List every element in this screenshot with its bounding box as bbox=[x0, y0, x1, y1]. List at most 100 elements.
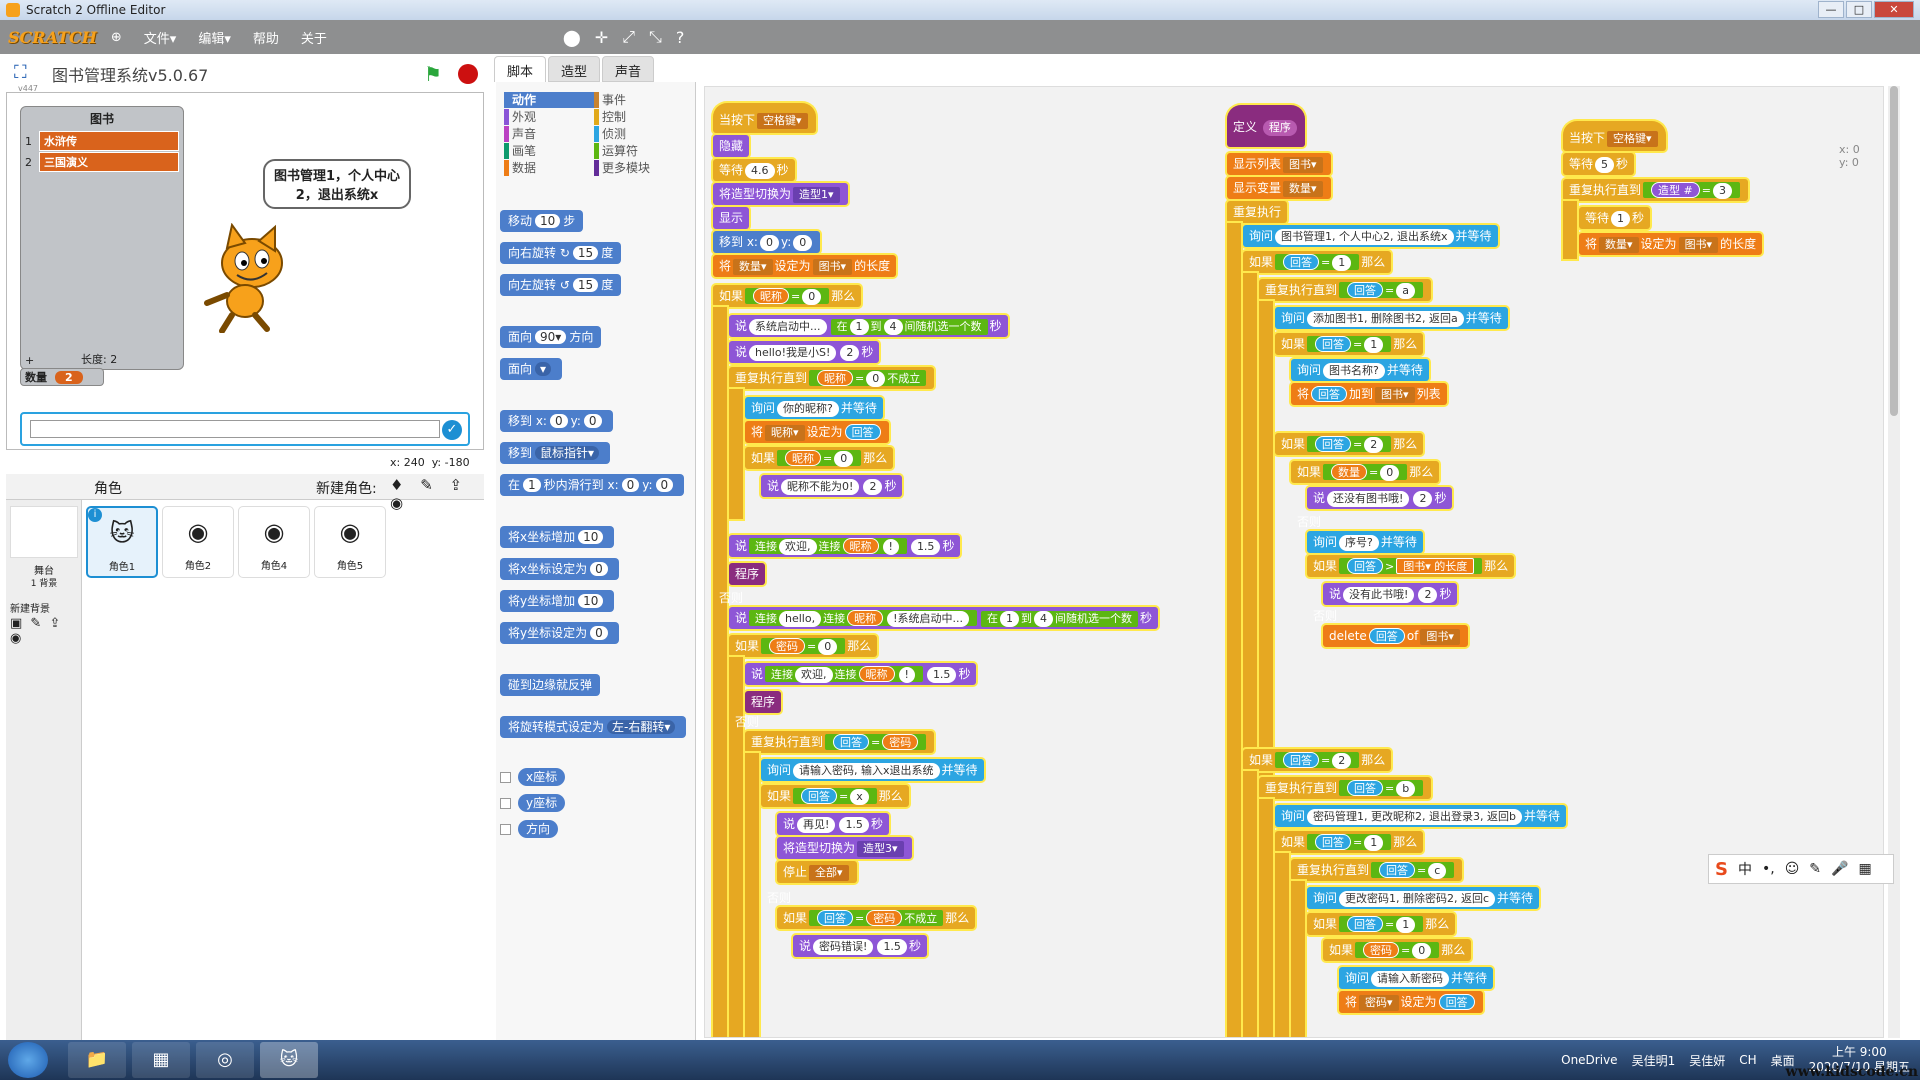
help-tool-icon[interactable]: ? bbox=[676, 28, 685, 47]
block-hide[interactable]: 隐藏 bbox=[713, 135, 750, 157]
block-change-x[interactable]: 将x坐标增加 10 bbox=[500, 526, 615, 548]
block-if[interactable]: 如果 回答 = 1 那么 bbox=[1307, 913, 1456, 935]
block-say-for-secs[interactable]: 说昵称不能为0! 2 秒 bbox=[761, 475, 903, 497]
list-item-value[interactable]: 水浒传 bbox=[39, 131, 179, 151]
category-5[interactable]: 侦测 bbox=[594, 126, 684, 142]
explorer-icon[interactable]: 📁 bbox=[68, 1042, 126, 1078]
scratch-taskbar-icon[interactable]: 🐱 bbox=[260, 1042, 318, 1078]
block-wait[interactable]: 等待 5 秒 bbox=[1563, 153, 1635, 175]
checkbox-y-position[interactable] bbox=[500, 798, 511, 809]
when-key-pressed-hat[interactable]: 当按下 空格键▾ bbox=[1563, 121, 1666, 151]
menu-file[interactable]: 文件▾ bbox=[144, 28, 177, 47]
block-set-y[interactable]: 将y坐标设定为 0 bbox=[500, 622, 619, 644]
block-say-for-secs[interactable]: 说 hello!我是小S! 2 秒 bbox=[729, 341, 880, 363]
block-set-x[interactable]: 将x坐标设定为 0 bbox=[500, 558, 619, 580]
block-if[interactable]: 如果 回答 = 1 那么 bbox=[1275, 831, 1424, 853]
menu-edit[interactable]: 编辑▾ bbox=[198, 28, 231, 47]
reporter-y-position[interactable]: y座标 bbox=[518, 794, 566, 812]
block-if[interactable]: 如果 回答 = 2 那么 bbox=[1275, 433, 1424, 455]
sprite-thumb-1[interactable]: 🐱 角色1 i bbox=[86, 506, 158, 578]
block-if-else[interactable]: 如果 昵称 = 0 那么 bbox=[713, 285, 862, 307]
block-forever[interactable]: 重复执行 bbox=[1227, 201, 1288, 223]
checkbox-x-position[interactable] bbox=[500, 772, 511, 783]
category-1[interactable]: 事件 bbox=[594, 92, 684, 108]
block-say-for-secs[interactable]: 说系统启动中... 在 1 到 4 间随机选一个数秒 bbox=[729, 315, 1008, 337]
block-set-variable[interactable]: 将数量▾ 设定为 图书▾ 的长度 bbox=[713, 255, 897, 277]
shrink-icon[interactable]: ⤡ bbox=[649, 27, 662, 47]
block-say-for-secs[interactable]: 说没有此书哦! 2 秒 bbox=[1323, 583, 1458, 605]
block-if-else[interactable]: 如果 密码 = 0 那么 bbox=[729, 635, 878, 657]
block-say-for-secs[interactable]: 说连接 欢迎, 连接 昵称! 1.5 秒 bbox=[729, 535, 961, 557]
block-wait[interactable]: 等待 1 秒 bbox=[1579, 207, 1651, 229]
block-change-y[interactable]: 将y坐标增加 10 bbox=[500, 590, 615, 612]
block-say-for-secs[interactable]: 说再见! 1.5 秒 bbox=[777, 813, 889, 835]
block-if[interactable]: 如果 回答 = 2 那么 bbox=[1243, 749, 1392, 771]
block-if[interactable]: 如果 回答 = 1 那么 bbox=[1275, 333, 1424, 355]
block-set-variable[interactable]: 将密码▾ 设定为 回答 bbox=[1339, 991, 1483, 1013]
tab-costumes[interactable]: 造型 bbox=[548, 56, 601, 82]
toolbox-icon[interactable]: ▦ bbox=[1858, 861, 1871, 877]
block-turn-right[interactable]: 向右旋转 ↻ 15 度 bbox=[500, 242, 622, 264]
block-say-for-secs[interactable]: 说连接 欢迎, 连接 昵称! 1.5 秒 bbox=[745, 663, 977, 685]
category-6[interactable]: 画笔 bbox=[504, 143, 594, 159]
block-point-towards[interactable]: 面向 ▾ bbox=[500, 358, 563, 380]
block-repeat-until[interactable]: 重复执行直到 回答 = a bbox=[1259, 279, 1431, 301]
block-ask[interactable]: 询问 密码管理1, 更改昵称2, 退出登录3, 返回b 并等待 bbox=[1275, 805, 1566, 827]
submit-answer-button[interactable]: ✓ bbox=[442, 420, 462, 440]
list-item[interactable]: 2 三国演义 bbox=[25, 152, 179, 172]
block-ask[interactable]: 询问 添加图书1, 删除图书2, 返回a 并等待 bbox=[1275, 307, 1508, 329]
script-area[interactable]: x: 0 y: 0 当按下 空格键▾ 隐藏 等待 4.6 秒 将造型切换为 造型1▾ 显示… bbox=[704, 86, 1884, 1038]
script-scrollbar[interactable] bbox=[1888, 86, 1900, 1038]
new-backdrop-icons[interactable]: ▣ ✎ ⇪ ◉ bbox=[10, 616, 81, 646]
block-ask[interactable]: 询问 请输入密码, 输入x退出系统 并等待 bbox=[761, 759, 984, 781]
category-8[interactable]: 数据 bbox=[504, 160, 594, 176]
checkbox-direction[interactable] bbox=[500, 824, 511, 835]
block-if-else[interactable]: 如果 数量 = 0 那么 bbox=[1291, 461, 1440, 483]
block-add-to-list[interactable]: 将回答 加到 图书▾ 列表 bbox=[1291, 383, 1447, 405]
block-switch-costume[interactable]: 将造型切换为 造型3▾ bbox=[777, 837, 912, 859]
block-show-variable[interactable]: 显示变量 数量▾ bbox=[1227, 177, 1331, 199]
block-move[interactable]: 移动 10 步 bbox=[500, 210, 584, 232]
block-glide[interactable]: 在 1 秒内滑行到 x: 0 y: 0 bbox=[500, 474, 685, 496]
stop-icon[interactable] bbox=[458, 64, 478, 84]
block-ask[interactable]: 询问 你的昵称? 并等待 bbox=[745, 397, 883, 419]
block-stop[interactable]: 停止 全部▾ bbox=[777, 861, 857, 883]
block-say-for-secs[interactable]: 说还没有图书哦! 2 秒 bbox=[1307, 487, 1453, 509]
microphone-icon[interactable]: 🎤 bbox=[1831, 861, 1848, 877]
sprite-thumb-2[interactable]: ◉ 角色2 bbox=[162, 506, 234, 578]
grow-icon[interactable]: ⤢ bbox=[622, 27, 635, 47]
category-7[interactable]: 运算符 bbox=[594, 143, 684, 159]
new-sprite-icons[interactable]: ♦ ✎ ⇪ ◉ bbox=[390, 476, 484, 512]
block-repeat-until[interactable]: 重复执行直到 昵称 = 0 不成立 bbox=[729, 367, 935, 389]
block-wait[interactable]: 等待 4.6 秒 bbox=[713, 159, 795, 181]
block-say-for-secs[interactable]: 说密码错误! 1.5 秒 bbox=[793, 935, 927, 957]
block-set-variable[interactable]: 将数量▾ 设定为 图书▾ 的长度 bbox=[1579, 233, 1763, 255]
list-item[interactable]: 1 水浒传 bbox=[25, 131, 179, 151]
menu-about[interactable]: 关于 bbox=[301, 28, 327, 47]
block-goto-xy[interactable]: 移到 x: 0 y: 0 bbox=[713, 231, 821, 253]
when-key-pressed-hat[interactable]: 当按下 空格键▾ bbox=[713, 103, 816, 133]
ime-lang-toggle[interactable]: 中 bbox=[1738, 859, 1752, 879]
block-turn-left[interactable]: 向左旋转 ↺ 15 度 bbox=[500, 274, 622, 296]
reporter-x-position[interactable]: x座标 bbox=[518, 768, 566, 786]
sprite-thumb-5[interactable]: ◉ 角色5 bbox=[314, 506, 386, 578]
block-repeat-until[interactable]: 重复执行直到 回答 = b bbox=[1259, 777, 1432, 799]
block-point-direction[interactable]: 面向 90▾ 方向 bbox=[500, 326, 602, 348]
project-title[interactable]: 图书管理系统v5.0.67 bbox=[52, 62, 208, 86]
block-say-for-secs[interactable]: 说连接 hello, 连接 昵称 !系统启动中... 在 1 到 4 间随机选一个数秒 bbox=[729, 607, 1159, 629]
stage-thumbnail[interactable] bbox=[10, 506, 78, 558]
block-repeat-until[interactable]: 重复执行直到 回答 = c bbox=[1291, 859, 1463, 881]
block-if[interactable]: 如果 昵称 = 0 那么 bbox=[745, 447, 894, 469]
block-delete-from-list[interactable]: delete 回答 of 图书▾ bbox=[1323, 625, 1468, 647]
sprite-thumb-4[interactable]: ◉ 角色4 bbox=[238, 506, 310, 578]
fullscreen-icon[interactable]: ⛶ bbox=[14, 62, 27, 83]
scrollbar-thumb[interactable] bbox=[1890, 86, 1898, 416]
calculator-icon[interactable]: ▦ bbox=[132, 1042, 190, 1078]
start-button[interactable] bbox=[8, 1042, 48, 1078]
tray-user-2[interactable]: 吴佳妍 bbox=[1689, 1052, 1725, 1069]
stage-thumbnail-pane[interactable]: 舞台 1 背景 新建背景 ▣ ✎ ⇪ ◉ bbox=[6, 500, 82, 1040]
list-add-button[interactable]: + bbox=[25, 354, 34, 367]
tray-onedrive[interactable]: OneDrive bbox=[1561, 1053, 1617, 1067]
delete-tool-icon[interactable]: ✛ bbox=[595, 28, 608, 47]
tray-user-1[interactable]: 吴佳明1 bbox=[1632, 1052, 1676, 1069]
